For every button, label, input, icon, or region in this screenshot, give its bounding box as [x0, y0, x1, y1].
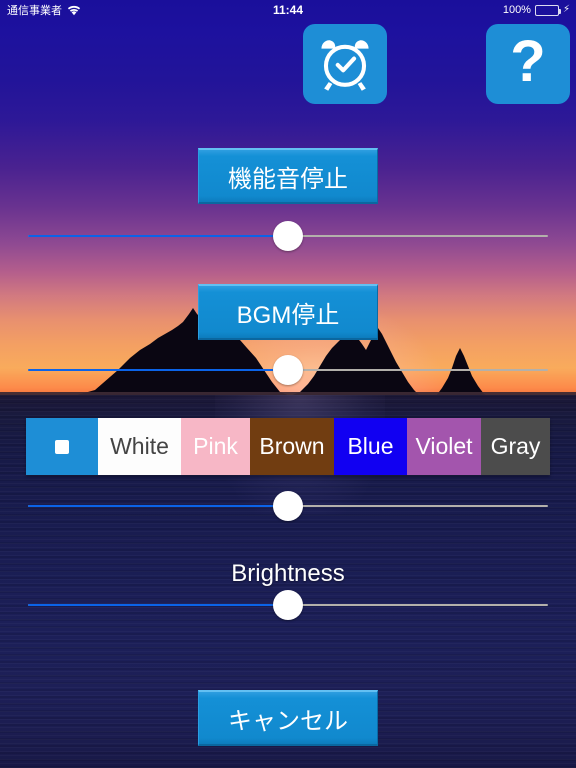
slider-fill: [28, 505, 288, 507]
alarm-button[interactable]: [303, 24, 387, 104]
slider-fill: [28, 604, 288, 606]
battery-icon: [534, 4, 561, 16]
status-bar-right: 100% ⚡: [503, 0, 570, 20]
color-segment-selected[interactable]: [26, 418, 98, 475]
color-segment-violet[interactable]: Violet: [407, 418, 481, 475]
sound-effect-volume-slider[interactable]: [28, 221, 548, 251]
brightness-label: Brightness: [231, 560, 345, 587]
color-segment-brown[interactable]: Brown: [250, 418, 334, 475]
lightning-bolt-icon: ⚡: [562, 4, 570, 15]
cancel-button[interactable]: キャンセル: [198, 690, 378, 746]
slider-thumb[interactable]: [273, 221, 303, 251]
color-segment-gray[interactable]: Gray: [481, 418, 550, 475]
color-segment-blue[interactable]: Blue: [334, 418, 407, 475]
alarm-clock-icon: [321, 40, 369, 91]
selected-square-icon: [55, 439, 69, 454]
slider-thumb[interactable]: [273, 491, 303, 521]
color-segment-white[interactable]: White: [98, 418, 181, 475]
bgm-volume-slider[interactable]: [28, 355, 548, 385]
help-button[interactable]: ?: [486, 24, 570, 104]
slider-thumb[interactable]: [273, 355, 303, 385]
battery-cap: [558, 8, 561, 14]
bgm-stop-button[interactable]: BGM停止: [198, 284, 378, 340]
slider-fill: [28, 235, 288, 237]
color-segment-pink[interactable]: Pink: [181, 418, 250, 475]
app-screen: 通信事業者 11:44 100% ⚡ ? 機能音停止 BGM停止 White P…: [0, 0, 576, 768]
question-mark-icon: ?: [510, 29, 546, 94]
slider-fill: [28, 369, 288, 371]
sound-effect-stop-button[interactable]: 機能音停止: [198, 148, 378, 204]
slider-thumb[interactable]: [273, 590, 303, 620]
brightness-slider[interactable]: [28, 590, 548, 620]
status-bar: 通信事業者 11:44 100% ⚡: [0, 0, 576, 20]
battery-percent-label: 100%: [502, 4, 531, 16]
status-bar-clock: 11:44: [272, 3, 304, 17]
color-segmented-control[interactable]: White Pink Brown Blue Violet Gray: [26, 418, 550, 475]
color-slider[interactable]: [28, 491, 548, 521]
